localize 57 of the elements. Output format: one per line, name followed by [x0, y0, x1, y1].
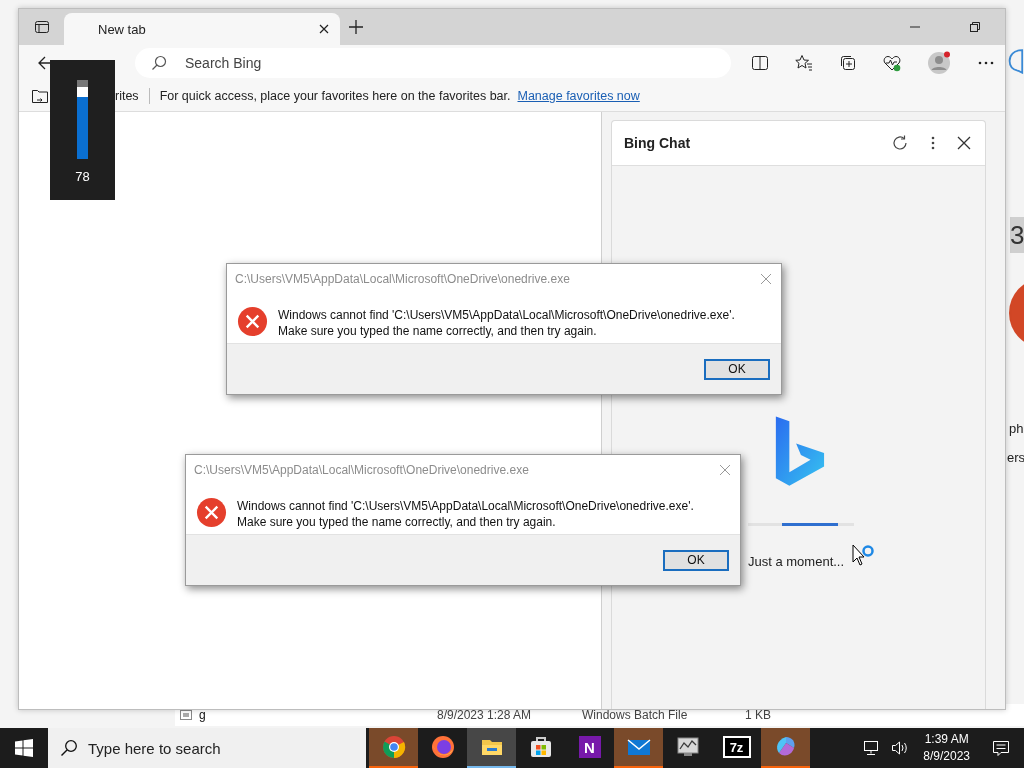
dialog-title: C:\Users\VM5\AppData\Local\Microsoft\OneDrive\onedrive.exe: [194, 463, 530, 477]
new-tab-icon[interactable]: [348, 19, 364, 35]
shopping-bag-icon: [528, 735, 553, 759]
error-message: Windows cannot find 'C:\Users\VM5\AppData\Local\Microsoft\OneDrive\onedrive.exe'. Make sure you typed the name correctly, and then try again.: [237, 498, 694, 530]
clock[interactable]: 1:39 AM 8/9/2023: [923, 731, 970, 765]
volume-slider[interactable]: [77, 80, 88, 159]
folder-sync-icon[interactable]: [31, 87, 49, 105]
browser-tab[interactable]: New tab: [64, 13, 340, 45]
split-screen-icon[interactable]: [751, 54, 769, 72]
close-icon[interactable]: [957, 136, 971, 150]
restore-icon[interactable]: [969, 21, 981, 33]
favorites-icon[interactable]: [795, 54, 813, 72]
profile-avatar-icon[interactable]: [927, 51, 951, 75]
file-cell: 1 KB: [745, 708, 771, 722]
note-app-icon: N: [578, 736, 601, 758]
notifications-icon[interactable]: [992, 739, 1010, 757]
back-icon[interactable]: [37, 55, 53, 71]
archive-app-icon: 7z: [722, 736, 751, 758]
favorites-hint: For quick access, place your favorites here on the favorites bar.: [159, 89, 511, 103]
monitor-chart-icon: [675, 735, 700, 759]
partial-tile: 3: [1010, 217, 1024, 253]
taskbar-app[interactable]: 7z: [712, 728, 761, 768]
tab-actions-icon[interactable]: [34, 19, 50, 35]
desktop-text: ers: [1007, 450, 1024, 465]
volume-reading: 78: [75, 169, 90, 184]
heart-pulse-icon[interactable]: [883, 54, 901, 72]
chat-bubble-icon: [1006, 48, 1024, 74]
more-icon[interactable]: [931, 135, 935, 151]
file-cell: 8/9/2023 1:28 AM: [437, 708, 532, 722]
manage-favorites-link[interactable]: Manage favorites now: [517, 89, 640, 103]
browser-icon: [381, 735, 406, 759]
search-icon: [60, 739, 78, 757]
loading-text: Just a moment...: [748, 554, 845, 569]
browser-icon: [430, 735, 455, 759]
collections-icon[interactable]: [839, 54, 857, 72]
favorites-label[interactable]: rites: [115, 89, 139, 103]
file-cell: Windows Batch File: [582, 708, 688, 722]
ok-button[interactable]: OK: [704, 358, 770, 380]
search-field[interactable]: Search Bing: [135, 48, 731, 78]
clock-time: 1:39 AM: [924, 731, 969, 748]
start-icon[interactable]: [15, 739, 33, 757]
search-icon: [151, 55, 167, 71]
taskbar-app[interactable]: [467, 728, 516, 768]
panel-title: Bing Chat: [624, 135, 692, 151]
clock-date: 8/9/2023: [923, 748, 970, 765]
file-cell: g: [199, 708, 206, 722]
taskbar-search-field[interactable]: Type here to search: [48, 728, 366, 768]
refresh-icon[interactable]: [891, 134, 909, 152]
desktop-text: ph: [1009, 421, 1024, 436]
ok-button[interactable]: OK: [663, 549, 729, 571]
dialog-title: C:\Users\VM5\AppData\Local\Microsoft\OneDrive\onedrive.exe: [235, 272, 571, 286]
error-message: Windows cannot find 'C:\Users\VM5\AppData\Local\Microsoft\OneDrive\onedrive.exe'. Make sure you typed the name correctly, and then try again.: [278, 307, 735, 339]
error-icon: [196, 497, 227, 528]
error-icon: [237, 306, 268, 337]
taskbar-app[interactable]: N: [565, 728, 614, 768]
speaker-icon[interactable]: [891, 739, 910, 757]
close-icon[interactable]: [318, 23, 330, 35]
